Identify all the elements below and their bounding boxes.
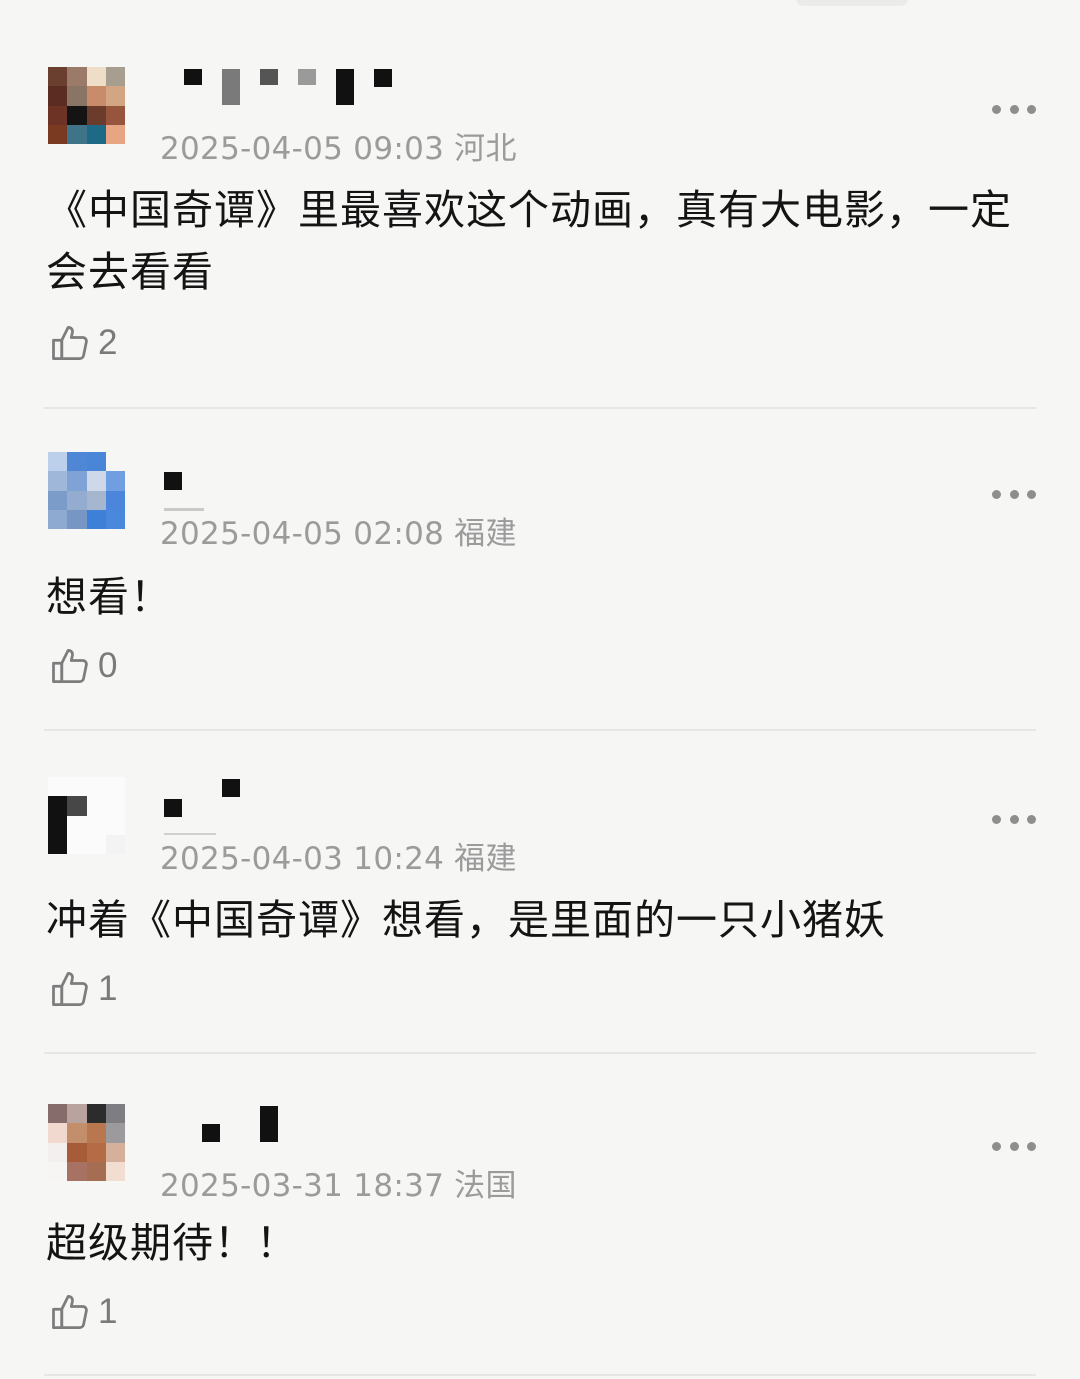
like-button[interactable]: 1: [48, 1289, 117, 1335]
comment-meta: 2025-04-05 02:08 福建: [160, 508, 517, 553]
comment-time: 2025-04-03 10:24: [160, 841, 445, 877]
like-button[interactable]: 2: [48, 320, 117, 366]
like-button[interactable]: 1: [48, 966, 117, 1012]
divider: [44, 1374, 1036, 1376]
like-count: 1: [98, 1292, 118, 1331]
like-count: 0: [98, 646, 118, 685]
avatar[interactable]: [48, 452, 125, 529]
comment-meta: 2025-04-05 09:03 河北: [160, 123, 517, 168]
divider: [44, 407, 1036, 409]
comment-text: 想看！: [46, 573, 172, 621]
avatar[interactable]: [48, 1104, 125, 1181]
divider: [44, 729, 1036, 731]
comment-meta: 2025-03-31 18:37 法国: [160, 1160, 517, 1205]
more-dots-icon[interactable]: [992, 488, 1036, 500]
like-count: 1: [98, 969, 118, 1008]
username-obscured[interactable]: [160, 452, 420, 511]
divider: [44, 1052, 1036, 1054]
sheet-handle: [796, 0, 908, 6]
username-obscured[interactable]: [160, 777, 420, 835]
avatar[interactable]: [48, 67, 125, 144]
thumbs-up-icon: [52, 649, 88, 683]
more-dots-icon[interactable]: [992, 103, 1036, 115]
comment-meta: 2025-04-03 10:24 福建: [160, 833, 517, 878]
username-obscured[interactable]: [160, 67, 420, 107]
thumbs-up-icon: [52, 326, 88, 360]
more-dots-icon[interactable]: [992, 813, 1036, 825]
thumbs-up-icon: [52, 972, 88, 1006]
thumbs-up-icon: [52, 1295, 88, 1329]
avatar[interactable]: [48, 777, 125, 854]
more-dots-icon[interactable]: [992, 1140, 1036, 1152]
comment-location: 河北: [454, 131, 517, 167]
comment-location: 福建: [454, 841, 517, 877]
comment-location: 福建: [454, 516, 517, 552]
comment-location: 法国: [454, 1168, 517, 1204]
like-count: 2: [98, 323, 118, 362]
username-obscured[interactable]: [160, 1104, 420, 1144]
comment-time: 2025-04-05 02:08: [160, 516, 445, 552]
comment-text: 《中国奇谭》里最喜欢这个动画，真有大电影，一定会去看看: [46, 186, 1012, 296]
comment-time: 2025-04-05 09:03: [160, 131, 445, 167]
comment-text: 超级期待！！: [46, 1219, 298, 1267]
comment-text: 冲着《中国奇谭》想看，是里面的一只小猪妖: [46, 896, 886, 944]
like-button[interactable]: 0: [48, 643, 117, 689]
comment-time: 2025-03-31 18:37: [160, 1168, 445, 1204]
